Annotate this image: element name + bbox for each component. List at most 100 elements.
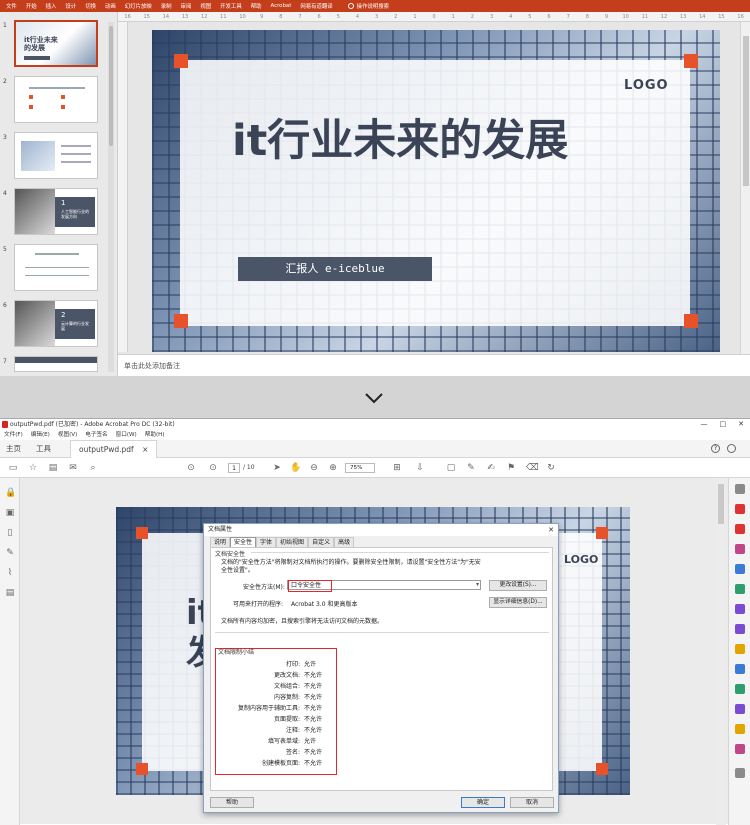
slide-thumbnail-2[interactable] (14, 76, 98, 123)
tab-fonts[interactable]: 字体 (256, 537, 277, 547)
slide-title[interactable]: it行业未来的发展 (232, 116, 572, 166)
tab-custom[interactable]: 自定义 (308, 537, 335, 547)
document-scrollbar[interactable] (716, 478, 726, 825)
bookmark-icon[interactable]: ▯ (5, 528, 15, 538)
tab-document[interactable]: outputPwd.pdf × (70, 440, 158, 458)
bell-icon[interactable] (727, 444, 736, 453)
slide-vertical-scrollbar[interactable] (740, 22, 750, 354)
tab-tools[interactable]: 工具 (36, 440, 51, 458)
ribbon-tab-help[interactable]: 帮助 (251, 2, 262, 10)
slide-thumbnail-7[interactable] (14, 356, 98, 372)
ok-button[interactable]: 确定 (461, 797, 505, 808)
ribbon-tab-view[interactable]: 视图 (200, 2, 211, 10)
prev-page-icon[interactable]: ⊙ (186, 463, 196, 473)
notes-pane[interactable]: 单击此处添加备注 (118, 354, 750, 376)
create-pdf-icon[interactable] (735, 504, 745, 514)
ribbon-tab-review[interactable]: 审阅 (181, 2, 192, 10)
change-settings-button[interactable]: 更改设置(S)... (489, 580, 547, 591)
slide-thumbnail-1[interactable]: it行业未来的发展 (14, 20, 98, 67)
ribbon-tab-home[interactable]: 开始 (26, 2, 37, 10)
more-tools-icon[interactable] (735, 768, 745, 778)
ribbon-tab-animations[interactable]: 动画 (105, 2, 116, 10)
comment-icon[interactable]: ▢ (446, 463, 456, 473)
star-icon[interactable]: ☆ (28, 463, 38, 473)
minimize-button[interactable]: — (701, 419, 708, 430)
tab-home[interactable]: 主页 (6, 440, 21, 458)
content-icon[interactable]: ▤ (5, 588, 15, 598)
menu-view[interactable]: 视图(V) (58, 430, 77, 440)
delete-icon[interactable]: ⌫ (526, 463, 539, 473)
tell-me-search[interactable]: 操作说明搜索 (347, 2, 389, 10)
maximize-button[interactable]: □ (720, 419, 727, 430)
show-details-button[interactable]: 显示详细信息(D)... (489, 597, 547, 608)
fit-page-icon[interactable]: ⊞ (392, 463, 402, 473)
security-method-select[interactable]: 口令安全性 ▾ (287, 580, 481, 592)
close-window-button[interactable]: ✕ (738, 419, 744, 430)
page-number-input[interactable]: 1 (228, 463, 240, 473)
edit-pdf-icon[interactable] (735, 564, 745, 574)
export-pdf-icon[interactable] (735, 584, 745, 594)
ribbon-tab-record[interactable]: 录制 (161, 2, 172, 10)
search-tool-icon[interactable] (735, 484, 745, 494)
slide-thumbnail-3[interactable] (14, 132, 98, 179)
stamp-icon[interactable]: ⚑ (506, 463, 516, 473)
ribbon-tab-file[interactable]: 文件 (6, 2, 17, 10)
scroll-mode-icon[interactable]: ⇩ (415, 463, 425, 473)
zoom-in-icon[interactable]: ⊕ (328, 463, 338, 473)
prepare-form-icon[interactable] (735, 724, 745, 734)
help-icon[interactable]: ? (711, 444, 720, 453)
ribbon-tab-youdao[interactable]: 网易有道翻译 (300, 2, 332, 10)
help-button[interactable]: 帮助 (210, 797, 254, 808)
close-tab-icon[interactable]: × (142, 445, 148, 454)
combine-files-icon[interactable] (735, 524, 745, 534)
slide-thumbnail-4[interactable]: 1 人工智能行业的发展方向 (14, 188, 98, 235)
pages-icon[interactable]: ▣ (5, 508, 15, 518)
thumbnail-scrollbar[interactable] (108, 22, 114, 372)
protect-icon[interactable] (735, 684, 745, 694)
scan-ocr-icon[interactable] (735, 664, 745, 674)
tab-description[interactable]: 说明 (210, 537, 231, 547)
comment-sticky-icon[interactable] (735, 644, 745, 654)
menu-file[interactable]: 文件(F) (4, 430, 23, 440)
rotate-icon[interactable]: ↻ (546, 463, 556, 473)
signature-panel-icon[interactable]: ✎ (5, 548, 15, 558)
slide-canvas[interactable]: LOGO it行业未来的发展 汇报人 e-iceblue (152, 30, 720, 352)
search-icon[interactable]: ⌕ (88, 463, 98, 473)
select-cursor-icon[interactable]: ➤ (272, 463, 282, 473)
dialog-close-button[interactable]: ✕ (548, 524, 554, 536)
zoom-level-select[interactable]: 75% (345, 463, 375, 473)
ribbon-tab-slideshow[interactable]: 幻灯片放映 (125, 2, 152, 10)
email-icon[interactable]: ✉ (68, 463, 78, 473)
redact-icon[interactable] (735, 744, 745, 754)
menu-edit[interactable]: 编辑(E) (31, 430, 50, 440)
zoom-out-icon[interactable]: ⊖ (309, 463, 319, 473)
ribbon-tab-developer[interactable]: 开发工具 (220, 2, 242, 10)
sign-icon[interactable]: ✍ (486, 463, 496, 473)
attachment-icon[interactable]: ⌇ (5, 568, 15, 578)
ribbon-tab-transitions[interactable]: 切换 (85, 2, 96, 10)
print-icon[interactable]: ▤ (48, 463, 58, 473)
reporter-banner[interactable]: 汇报人 e-iceblue (238, 257, 432, 281)
fill-sign-icon[interactable] (735, 604, 745, 614)
slide-thumbnail-5[interactable] (14, 244, 98, 291)
menu-window[interactable]: 窗口(W) (116, 430, 137, 440)
cancel-button[interactable]: 取消 (510, 797, 554, 808)
highlight-pen-icon[interactable]: ✎ (466, 463, 476, 473)
organize-pages-icon[interactable] (735, 544, 745, 554)
menu-esign[interactable]: 电子签名 (85, 430, 107, 440)
save-icon[interactable]: ▭ (8, 463, 18, 473)
ribbon-tab-design[interactable]: 设计 (65, 2, 76, 10)
comment-tool-icon[interactable] (735, 624, 745, 634)
ribbon-tab-acrobat[interactable]: Acrobat (271, 3, 292, 9)
ribbon-tab-insert[interactable]: 插入 (46, 2, 57, 10)
slide-thumbnail-6[interactable]: 2 云计算的行业发展 (14, 300, 98, 347)
lock-icon[interactable]: 🔒 (5, 488, 16, 498)
tab-advanced[interactable]: 高级 (334, 537, 355, 547)
tab-security[interactable]: 安全性 (230, 537, 257, 547)
thumb-number: 5 (3, 246, 7, 253)
menu-help[interactable]: 帮助(H) (145, 430, 165, 440)
request-esign-icon[interactable] (735, 704, 745, 714)
next-page-icon[interactable]: ⊙ (208, 463, 218, 473)
hand-tool-icon[interactable]: ✋ (290, 463, 301, 473)
tab-initial-view[interactable]: 初始视图 (276, 537, 309, 547)
